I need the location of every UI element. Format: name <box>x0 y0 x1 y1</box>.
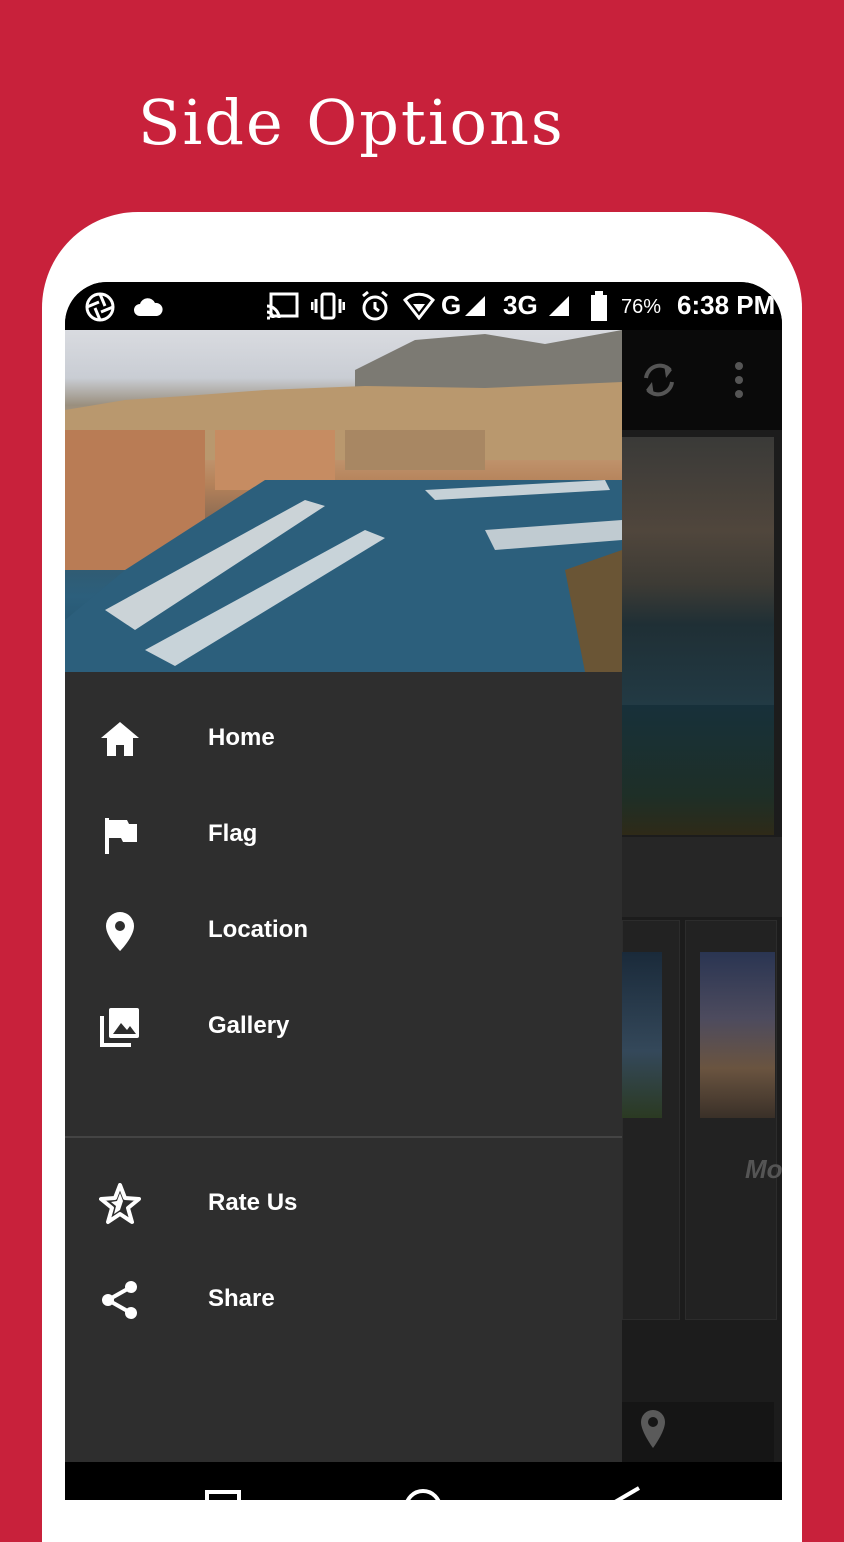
gallery-icon <box>100 1008 139 1047</box>
drawer-item-label: Rate Us <box>208 1189 298 1216</box>
wifi-icon <box>403 292 435 320</box>
background-card-title: Mo <box>745 1154 782 1184</box>
system-nav-bar <box>65 1462 782 1500</box>
harbor-illustration <box>65 330 622 672</box>
refresh-icon[interactable] <box>640 358 678 402</box>
drawer-item-flag[interactable]: Flag <box>65 786 622 882</box>
background-card-thumbnail <box>700 952 775 1118</box>
promo-title: Side Options <box>138 86 565 159</box>
phone-screen: G 3G 76% 6:38 PM Mo Home Flag Location G… <box>65 282 782 1500</box>
cloud-icon <box>134 298 163 316</box>
drawer-divider <box>65 1136 622 1138</box>
drawer-item-location[interactable]: Location <box>65 882 622 978</box>
background-photo-harbor <box>622 437 774 705</box>
background-toolbar <box>622 330 782 430</box>
star-icon <box>99 1183 141 1224</box>
location-pin-icon[interactable] <box>638 1408 668 1450</box>
drawer-item-gallery[interactable]: Gallery <box>65 978 622 1074</box>
background-band <box>622 837 782 917</box>
drawer-item-label: Home <box>208 724 275 751</box>
signal-icon-2 <box>549 296 569 316</box>
alarm-icon <box>362 290 388 321</box>
battery-level: 76% <box>621 296 662 318</box>
vibrate-icon <box>311 292 345 320</box>
home-button-icon[interactable] <box>403 1488 443 1500</box>
background-photo-coast <box>622 705 774 835</box>
network-type-1: G <box>441 290 462 320</box>
drawer-header-image <box>65 330 622 672</box>
drawer-item-label: Share <box>208 1285 275 1312</box>
location-pin-icon <box>106 912 134 951</box>
recent-apps-icon[interactable] <box>205 1490 241 1500</box>
drawer-item-label: Gallery <box>208 1012 290 1039</box>
network-type-2: 3G <box>503 290 538 320</box>
home-icon <box>101 722 139 756</box>
drawer-item-share[interactable]: Share <box>65 1251 622 1347</box>
navigation-drawer: Home Flag Location Gallery Rate Us Share <box>65 330 622 1462</box>
cast-icon <box>266 292 299 320</box>
more-vert-icon[interactable] <box>732 360 746 400</box>
drawer-item-label: Flag <box>208 820 258 847</box>
background-card-thumbnail <box>622 952 662 1118</box>
clock: 6:38 PM <box>677 290 776 320</box>
drawer-item-label: Location <box>208 916 308 943</box>
camera-aperture-icon <box>85 292 115 322</box>
flag-icon <box>105 818 137 854</box>
signal-icon-1 <box>465 296 485 316</box>
status-bar: G 3G 76% 6:38 PM <box>65 282 782 330</box>
drawer-item-home[interactable]: Home <box>65 690 622 786</box>
back-icon[interactable] <box>611 1486 641 1500</box>
background-bottom-bar <box>622 1402 774 1462</box>
drawer-item-rate-us[interactable]: Rate Us <box>65 1155 622 1251</box>
battery-icon <box>591 291 607 321</box>
share-icon <box>102 1281 137 1319</box>
